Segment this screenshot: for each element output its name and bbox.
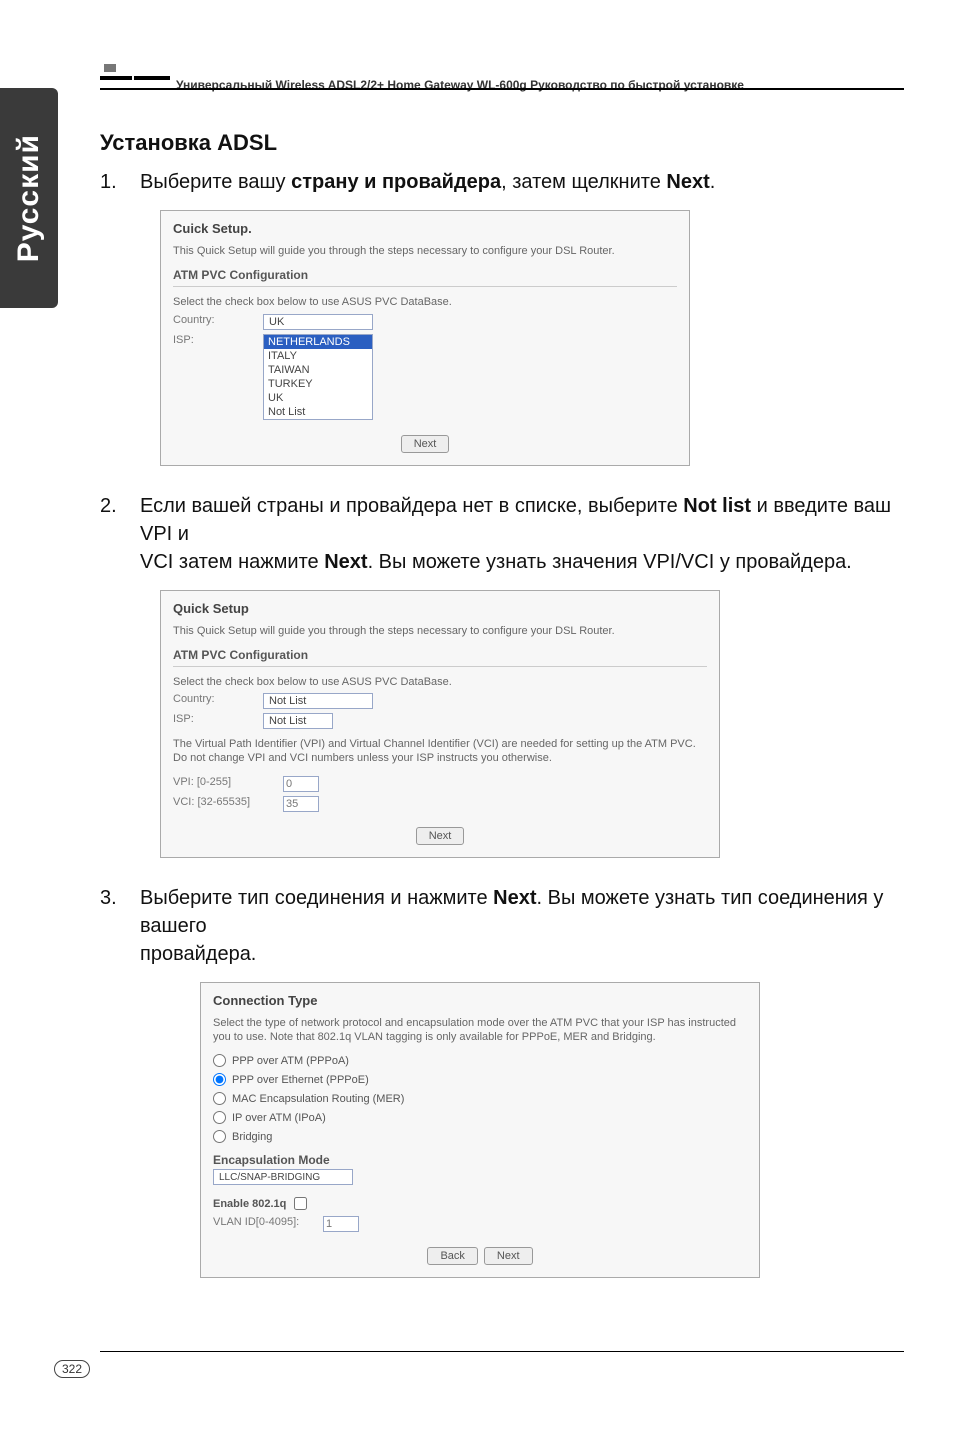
shot2-isp-select[interactable]: Not List [263, 713, 333, 729]
shot2-country-label: Country: [173, 693, 263, 705]
shot2-isp-label: ISP: [173, 713, 263, 725]
shot3-title: Connection Type [213, 993, 747, 1008]
shot1-title: Cuick Setup. [173, 221, 677, 236]
shot1-section: ATM PVC Configuration [173, 268, 677, 287]
shot3-enc-label: Encapsulation Mode [213, 1153, 747, 1167]
shot1-hint: Select the check box below to use ASUS P… [173, 295, 677, 309]
shot1-isp-item[interactable]: TAIWAN [264, 363, 372, 377]
step-2: 2. Если вашей страны и провайдера нет в … [100, 492, 904, 576]
shot3-next-button[interactable]: Next [484, 1247, 533, 1265]
top-rule [100, 88, 904, 90]
shot3-vlan-label: VLAN ID[0-4095]: [213, 1216, 323, 1228]
shot1-desc: This Quick Setup will guide you through … [173, 244, 677, 258]
step-1-text: Выберите вашу страну и провайдера, затем… [140, 168, 904, 196]
shot1-isp-item[interactable]: ITALY [264, 349, 372, 363]
radio-icon[interactable] [213, 1054, 226, 1067]
radio-icon[interactable] [213, 1092, 226, 1105]
shot1-isp-label: ISP: [173, 334, 263, 346]
shot1-isp-item[interactable]: UK [264, 391, 372, 405]
language-tab: Русский [0, 88, 58, 308]
step-2-num: 2. [100, 492, 140, 576]
step-2-text: Если вашей страны и провайдера нет в спи… [140, 492, 904, 576]
shot1-next-button[interactable]: Next [401, 435, 450, 453]
shot1-isp-item[interactable]: TURKEY [264, 377, 372, 391]
page-title: Установка ADSL [100, 130, 904, 156]
shot1-country-select[interactable]: UK [263, 314, 373, 330]
shot3-radio-pppoe[interactable]: PPP over Ethernet (PPPoE) [213, 1073, 747, 1086]
shot3-enc-select[interactable]: LLC/SNAP-BRIDGING [213, 1169, 353, 1185]
shot3-desc: Select the type of network protocol and … [213, 1016, 747, 1045]
screenshot-3: Connection Type Select the type of netwo… [200, 982, 760, 1279]
radio-icon[interactable] [213, 1073, 226, 1086]
shot3-vlan-input[interactable] [323, 1216, 359, 1232]
radio-icon[interactable] [213, 1130, 226, 1143]
shot2-vci-input[interactable] [283, 796, 319, 812]
shot1-isp-listbox[interactable]: NETHERLANDS ITALY TAIWAN TURKEY UK Not L… [263, 334, 373, 420]
shot3-enable-checkbox[interactable] [294, 1197, 307, 1210]
shot1-country-label: Country: [173, 314, 263, 326]
shot1-isp-item[interactable]: Not List [264, 405, 372, 419]
shot2-next-button[interactable]: Next [416, 827, 465, 845]
shot2-title: Quick Setup [173, 601, 707, 616]
shot2-section: ATM PVC Configuration [173, 648, 707, 667]
screenshot-1: Cuick Setup. This Quick Setup will guide… [160, 210, 690, 466]
shot2-country-select[interactable]: Not List [263, 693, 373, 709]
doc-logo [100, 64, 170, 88]
shot3-radio-ipoa[interactable]: IP over ATM (IPoA) [213, 1111, 747, 1124]
shot2-vci-label: VCI: [32-65535] [173, 796, 283, 808]
shot2-vpi-label: VPI: [0-255] [173, 776, 283, 788]
shot2-desc: This Quick Setup will guide you through … [173, 624, 707, 638]
shot3-radio-bridging[interactable]: Bridging [213, 1130, 747, 1143]
shot3-radio-pppoa[interactable]: PPP over ATM (PPPoA) [213, 1054, 747, 1067]
step-3-num: 3. [100, 884, 140, 968]
shot2-hint: Select the check box below to use ASUS P… [173, 675, 707, 689]
step-1-num: 1. [100, 168, 140, 196]
language-label: Русский [12, 134, 46, 262]
step-1: 1. Выберите вашу страну и провайдера, за… [100, 168, 904, 196]
shot2-vpi-desc: The Virtual Path Identifier (VPI) and Vi… [173, 737, 707, 766]
shot3-radio-mer[interactable]: MAC Encapsulation Routing (MER) [213, 1092, 747, 1105]
bottom-rule [100, 1351, 904, 1352]
step-3: 3. Выберите тип соединения и нажмите Nex… [100, 884, 904, 968]
screenshot-2: Quick Setup This Quick Setup will guide … [160, 590, 720, 858]
shot1-isp-item[interactable]: NETHERLANDS [264, 335, 372, 349]
shot3-enable-label: Enable 802.1q [213, 1198, 286, 1210]
page-number: 322 [54, 1360, 90, 1378]
radio-icon[interactable] [213, 1111, 226, 1124]
shot2-vpi-input[interactable] [283, 776, 319, 792]
step-3-text: Выберите тип соединения и нажмите Next. … [140, 884, 904, 968]
shot3-back-button[interactable]: Back [427, 1247, 477, 1265]
